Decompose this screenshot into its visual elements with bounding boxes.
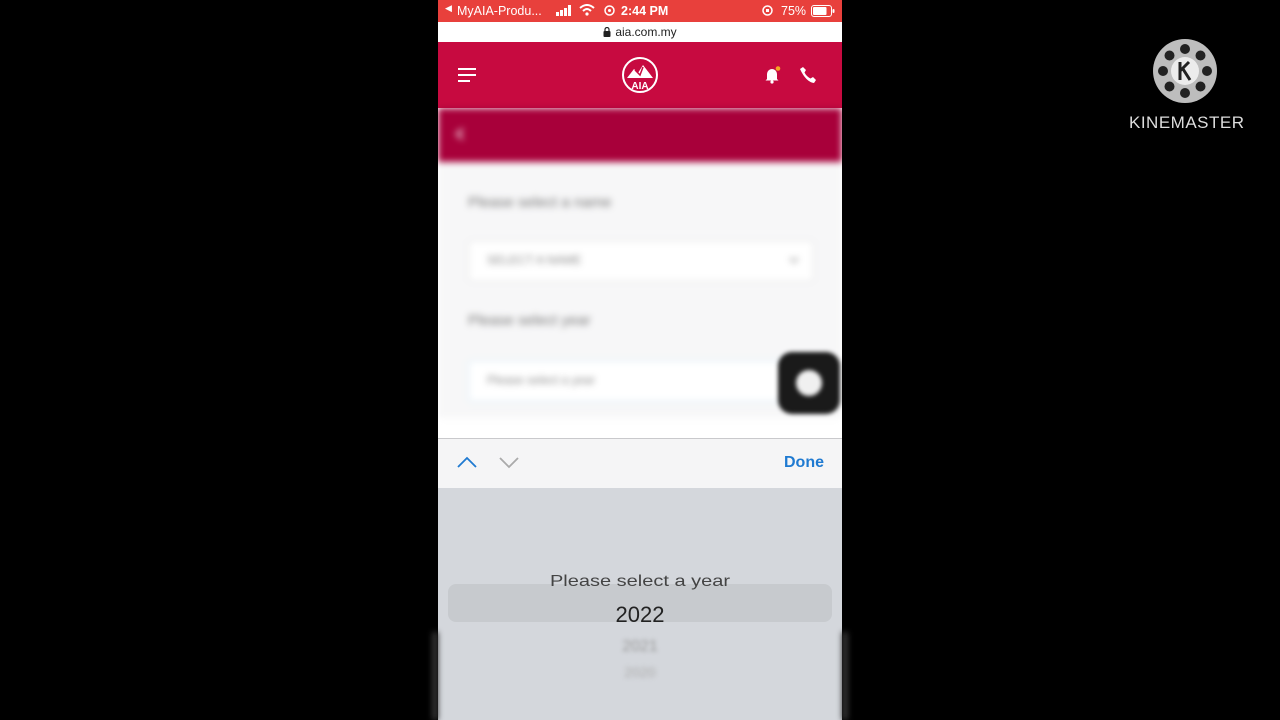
- chevron-up-icon[interactable]: [456, 455, 478, 469]
- assistive-touch-dot: [796, 370, 822, 396]
- picker-option[interactable]: 2021: [438, 638, 842, 656]
- back-arrow-icon[interactable]: [454, 128, 466, 140]
- kinemaster-logo-icon: [1153, 39, 1217, 103]
- assistive-touch-button[interactable]: [778, 352, 840, 414]
- picker-toolbar: Done: [438, 438, 842, 489]
- status-time: 2:44 PM: [621, 4, 669, 18]
- name-select-value: SELECT A NAME: [487, 253, 582, 267]
- done-button[interactable]: Done: [784, 454, 824, 472]
- chevron-down-icon: [789, 257, 799, 264]
- orientation-lock-icon: [762, 5, 773, 16]
- back-app-label[interactable]: MyAIA-Produ...: [457, 4, 542, 18]
- year-select-placeholder: Please select a year: [487, 373, 596, 387]
- url-text: aia.com.my: [615, 25, 677, 39]
- location-icon: [604, 5, 615, 16]
- year-select[interactable]: Please select a year: [468, 360, 814, 402]
- kinemaster-watermark-text: KINEMASTER: [1129, 113, 1245, 132]
- name-select[interactable]: SELECT A NAME: [468, 240, 814, 282]
- picker-option[interactable]: 2020: [438, 664, 842, 680]
- battery-icon: [811, 5, 835, 17]
- phone-edge-shadow: [432, 632, 438, 720]
- notification-bell-icon[interactable]: [763, 66, 781, 84]
- year-picker-wheel[interactable]: Please select a year 2022 2021 2020: [438, 488, 842, 720]
- phone-screen: ◀ MyAIA-Produ... 2:44 PM 75% aia.com.my …: [438, 0, 842, 720]
- select-year-label: Please select year: [468, 312, 591, 329]
- picker-option-selected[interactable]: 2022: [438, 602, 842, 628]
- phone-edge-shadow: [842, 632, 848, 720]
- cellular-signal-icon: [556, 5, 571, 16]
- svg-text:AIA: AIA: [631, 81, 648, 92]
- chevron-down-icon[interactable]: [498, 455, 520, 469]
- wifi-icon: [579, 4, 595, 16]
- address-bar[interactable]: aia.com.my: [438, 22, 842, 42]
- back-to-app-icon[interactable]: ◀: [445, 3, 452, 14]
- picker-option[interactable]: Please select a year: [438, 572, 842, 590]
- phone-call-icon[interactable]: [799, 66, 817, 84]
- hamburger-menu-icon[interactable]: [458, 68, 476, 82]
- lock-icon: [603, 27, 611, 37]
- sub-header: [438, 108, 842, 162]
- battery-percentage: 75%: [781, 4, 807, 18]
- status-bar: ◀ MyAIA-Produ... 2:44 PM 75%: [438, 0, 842, 22]
- aia-logo[interactable]: AIA: [621, 56, 659, 94]
- app-header: AIA: [438, 42, 842, 108]
- select-name-label: Please select a name: [468, 194, 612, 211]
